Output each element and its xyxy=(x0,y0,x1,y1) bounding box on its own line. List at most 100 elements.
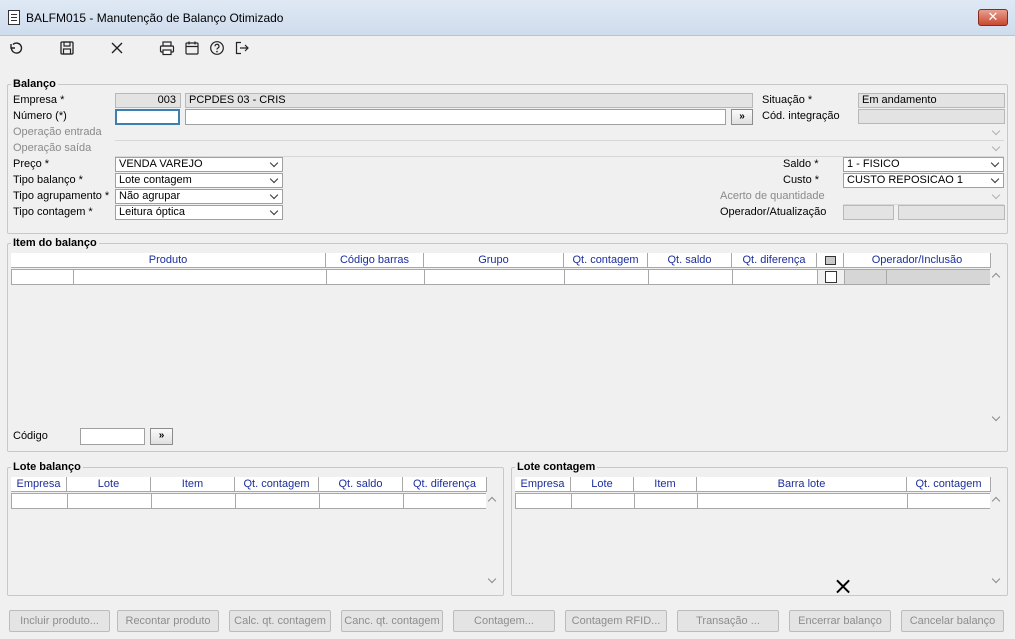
table-cell[interactable] xyxy=(425,270,565,284)
empresa-name-field: PCPDES 03 - CRIS xyxy=(185,93,753,108)
tipo-balanco-label: Tipo balanço * xyxy=(13,174,83,186)
col-lote[interactable]: Lote xyxy=(67,477,151,492)
col-item[interactable]: Item xyxy=(634,477,697,492)
acerto-quantidade-label: Acerto de quantidade xyxy=(720,190,825,202)
col-grupo[interactable]: Grupo xyxy=(424,253,564,268)
table-cell[interactable] xyxy=(635,494,698,508)
tipo-agrupamento-select[interactable]: Não agrupar xyxy=(115,189,283,204)
scroll-up-icon[interactable] xyxy=(487,496,497,506)
operacao-entrada-select[interactable] xyxy=(115,126,1004,141)
row-checkbox[interactable] xyxy=(825,271,837,283)
item-grid-scrollbar[interactable] xyxy=(990,268,1004,428)
col-qt-saldo[interactable]: Qt. saldo xyxy=(319,477,403,492)
cancel-icon[interactable] xyxy=(108,39,126,57)
toolbar xyxy=(0,36,1015,62)
table-cell[interactable] xyxy=(68,494,152,508)
calendar-icon[interactable] xyxy=(183,39,201,57)
col-qt-saldo[interactable]: Qt. saldo xyxy=(648,253,732,268)
lote-contagem-row[interactable] xyxy=(515,493,991,509)
col-operador-inclusao[interactable]: Operador/Inclusão xyxy=(844,253,991,268)
transacao-button[interactable]: Transação ... xyxy=(677,610,779,632)
col-empresa[interactable]: Empresa xyxy=(515,477,571,492)
codigo-search-button[interactable]: » xyxy=(150,428,173,445)
col-lote[interactable]: Lote xyxy=(571,477,634,492)
operacao-entrada-label: Operação entrada xyxy=(13,126,102,138)
calc-qt-contagem-button[interactable]: Calc. qt. contagem xyxy=(229,610,331,632)
col-qt-contagem[interactable]: Qt. contagem xyxy=(564,253,648,268)
recontar-produto-button[interactable]: Recontar produto xyxy=(117,610,219,632)
lote-contagem-scrollbar[interactable] xyxy=(990,492,1004,590)
table-cell[interactable] xyxy=(327,270,425,284)
lote-balanco-row[interactable] xyxy=(11,493,487,509)
col-select-all[interactable] xyxy=(817,253,844,268)
scroll-down-icon[interactable] xyxy=(991,412,1001,422)
close-button[interactable]: ✕ xyxy=(978,9,1008,26)
scroll-down-icon[interactable] xyxy=(487,574,497,584)
codigo-label: Código xyxy=(13,430,48,442)
table-cell[interactable] xyxy=(12,494,68,508)
table-cell[interactable] xyxy=(74,270,327,284)
operacao-saida-select[interactable] xyxy=(115,142,1004,157)
col-qt-diferenca[interactable]: Qt. diferença xyxy=(732,253,817,268)
scroll-up-icon[interactable] xyxy=(991,496,1001,506)
cancelar-balanco-button[interactable]: Cancelar balanço xyxy=(901,610,1004,632)
balanco-title: Balanço xyxy=(11,78,58,90)
operacao-saida-label: Operação saída xyxy=(13,142,92,154)
undo-icon[interactable] xyxy=(7,39,25,57)
help-icon[interactable] xyxy=(208,39,226,57)
numero-input[interactable] xyxy=(115,109,180,125)
print-icon[interactable] xyxy=(158,39,176,57)
exit-icon[interactable] xyxy=(233,39,251,57)
table-cell[interactable] xyxy=(649,270,733,284)
table-cell[interactable] xyxy=(516,494,572,508)
custo-select[interactable]: CUSTO REPOSICAO 1 xyxy=(843,173,1004,188)
col-codigo-barras[interactable]: Código barras xyxy=(326,253,424,268)
incluir-produto-button[interactable]: Incluir produto... xyxy=(9,610,110,632)
saldo-label: Saldo * xyxy=(783,158,819,170)
preco-select[interactable]: VENDA VAREJO xyxy=(115,157,283,172)
table-cell[interactable] xyxy=(572,494,635,508)
acerto-quantidade-select[interactable] xyxy=(843,190,1004,205)
row-checkbox-cell[interactable] xyxy=(818,270,845,284)
lote-contagem-title: Lote contagem xyxy=(515,461,598,473)
col-qt-diferenca[interactable]: Qt. diferença xyxy=(403,477,487,492)
select-all-checkbox[interactable] xyxy=(824,256,836,265)
saldo-select[interactable]: 1 - FISICO xyxy=(843,157,1004,172)
col-empresa[interactable]: Empresa xyxy=(11,477,67,492)
situacao-field: Em andamento xyxy=(858,93,1005,108)
atualizacao-field xyxy=(898,205,1005,220)
scroll-down-icon[interactable] xyxy=(991,574,1001,584)
col-produto[interactable]: Produto xyxy=(11,253,326,268)
table-cell[interactable] xyxy=(733,270,818,284)
encerrar-balanco-button[interactable]: Encerrar balanço xyxy=(789,610,891,632)
save-icon[interactable] xyxy=(58,39,76,57)
mouse-cursor-icon: × xyxy=(833,572,854,600)
table-cell[interactable] xyxy=(404,494,486,508)
situacao-label: Situação * xyxy=(762,94,813,106)
lote-contagem-grid-header: Empresa Lote Item Barra lote Qt. contage… xyxy=(515,477,991,492)
col-qt-contagem[interactable]: Qt. contagem xyxy=(235,477,319,492)
numero-description-field[interactable] xyxy=(185,109,726,125)
table-cell[interactable] xyxy=(12,270,74,284)
numero-search-button[interactable]: » xyxy=(731,109,753,125)
tipo-balanco-select[interactable]: Lote contagem xyxy=(115,173,283,188)
item-grid-row[interactable] xyxy=(11,269,991,285)
lote-balanco-scrollbar[interactable] xyxy=(486,492,500,590)
table-cell[interactable] xyxy=(236,494,320,508)
contagem-button[interactable]: Contagem... xyxy=(453,610,555,632)
table-cell[interactable] xyxy=(320,494,404,508)
canc-qt-contagem-button[interactable]: Canc. qt. contagem xyxy=(341,610,443,632)
table-cell[interactable] xyxy=(698,494,908,508)
contagem-rfid-button[interactable]: Contagem RFID... xyxy=(565,610,667,632)
col-item[interactable]: Item xyxy=(151,477,235,492)
table-cell[interactable] xyxy=(908,494,990,508)
tipo-contagem-select[interactable]: Leitura óptica xyxy=(115,205,283,220)
table-cell[interactable] xyxy=(565,270,649,284)
scroll-up-icon[interactable] xyxy=(991,272,1001,282)
table-cell[interactable] xyxy=(152,494,236,508)
cod-integracao-field xyxy=(858,109,1005,124)
codigo-input[interactable] xyxy=(80,428,145,445)
col-barra-lote[interactable]: Barra lote xyxy=(697,477,907,492)
col-qt-contagem[interactable]: Qt. contagem xyxy=(907,477,991,492)
item-grid-header: Produto Código barras Grupo Qt. contagem… xyxy=(11,253,991,268)
